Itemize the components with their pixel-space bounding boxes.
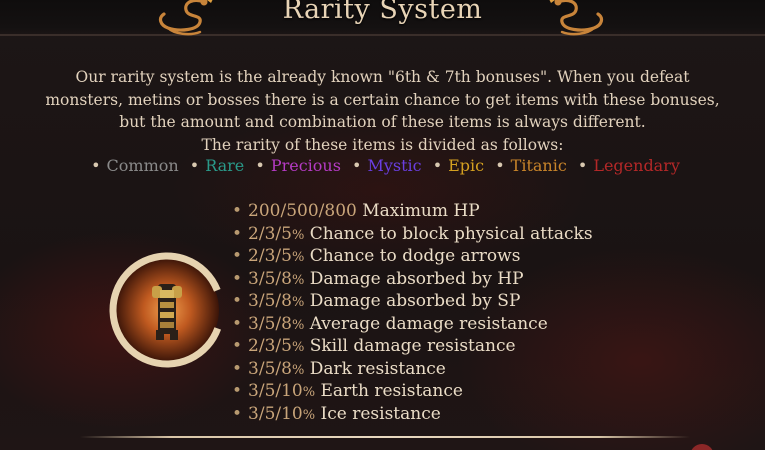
armor-item-icon — [109, 252, 225, 368]
rarity-rare: Rare — [205, 156, 245, 175]
intro-line: but the amount and combination of these … — [119, 113, 646, 131]
bullet-dot: • — [232, 313, 243, 334]
bonus-item: • 3/5/8% Average damage resistance — [232, 313, 548, 334]
bonus-item: • 3/5/8% Damage absorbed by HP — [232, 268, 524, 289]
bullet-dot: • — [232, 223, 243, 244]
rarity-mystic: Mystic — [367, 156, 422, 175]
bullet-dot: • — [232, 358, 243, 379]
page-title: Rarity System — [282, 0, 483, 25]
bonus-list: • 200/500/800 Maximum HP • 2/3/5% Chance t… — [232, 200, 593, 425]
bonus-item: • 3/5/8% Damage absorbed by SP — [232, 291, 521, 311]
bonus-item: • 2/3/5% Chance to block physical attacks — [232, 223, 593, 244]
bullet-dot: • — [352, 156, 362, 175]
rarity-system-page: Rarity System Our rarity system is the a… — [0, 0, 765, 450]
rarity-titanic: Titanic — [510, 156, 567, 175]
bullet-dot: • — [232, 268, 243, 289]
intro-line: Our rarity system is the already known "… — [75, 68, 690, 86]
bullet-dot: • — [232, 291, 243, 311]
bullet-dot: • — [577, 156, 588, 175]
bullet-dot: • — [432, 156, 443, 175]
bullet-dot: • — [91, 156, 101, 175]
bullet-dot: • — [232, 201, 243, 221]
bonus-item: • 3/5/10% Ice resistance — [232, 403, 441, 424]
bonus-item: • 3/5/8% Dark resistance — [232, 358, 446, 379]
intro-line: monsters, metins or bosses there is a ce… — [45, 90, 720, 109]
rarity-common: Common — [106, 156, 179, 175]
bullet-dot: • — [232, 246, 243, 266]
bullet-dot: • — [232, 336, 243, 356]
section-divider — [80, 436, 690, 438]
bullet-dot: • — [189, 156, 200, 175]
bonus-item: • 3/5/10% Earth resistance — [232, 381, 463, 401]
intro-text: Our rarity system is the already known "… — [30, 66, 735, 156]
bonus-item: • 2/3/5% Chance to dodge arrows — [232, 246, 521, 266]
rarity-list: • Common • Rare • Precious • Mystic • Epic • T… — [0, 155, 765, 177]
rarity-precious: Precious — [270, 156, 341, 175]
rarity-legendary: Legendary — [593, 156, 680, 175]
rarity-epic: Epic — [448, 156, 485, 175]
bonus-item: • 2/3/5% Skill damage resistance — [232, 336, 516, 356]
bonus-item: • 200/500/800 Maximum HP — [232, 201, 480, 221]
corner-decoration — [690, 444, 714, 450]
bullet-dot: • — [232, 381, 243, 401]
bullet-dot: • — [495, 156, 505, 175]
bullet-dot: • — [255, 156, 265, 175]
bullet-dot: • — [232, 403, 243, 424]
intro-line: The rarity of these items is divided as … — [201, 135, 564, 154]
